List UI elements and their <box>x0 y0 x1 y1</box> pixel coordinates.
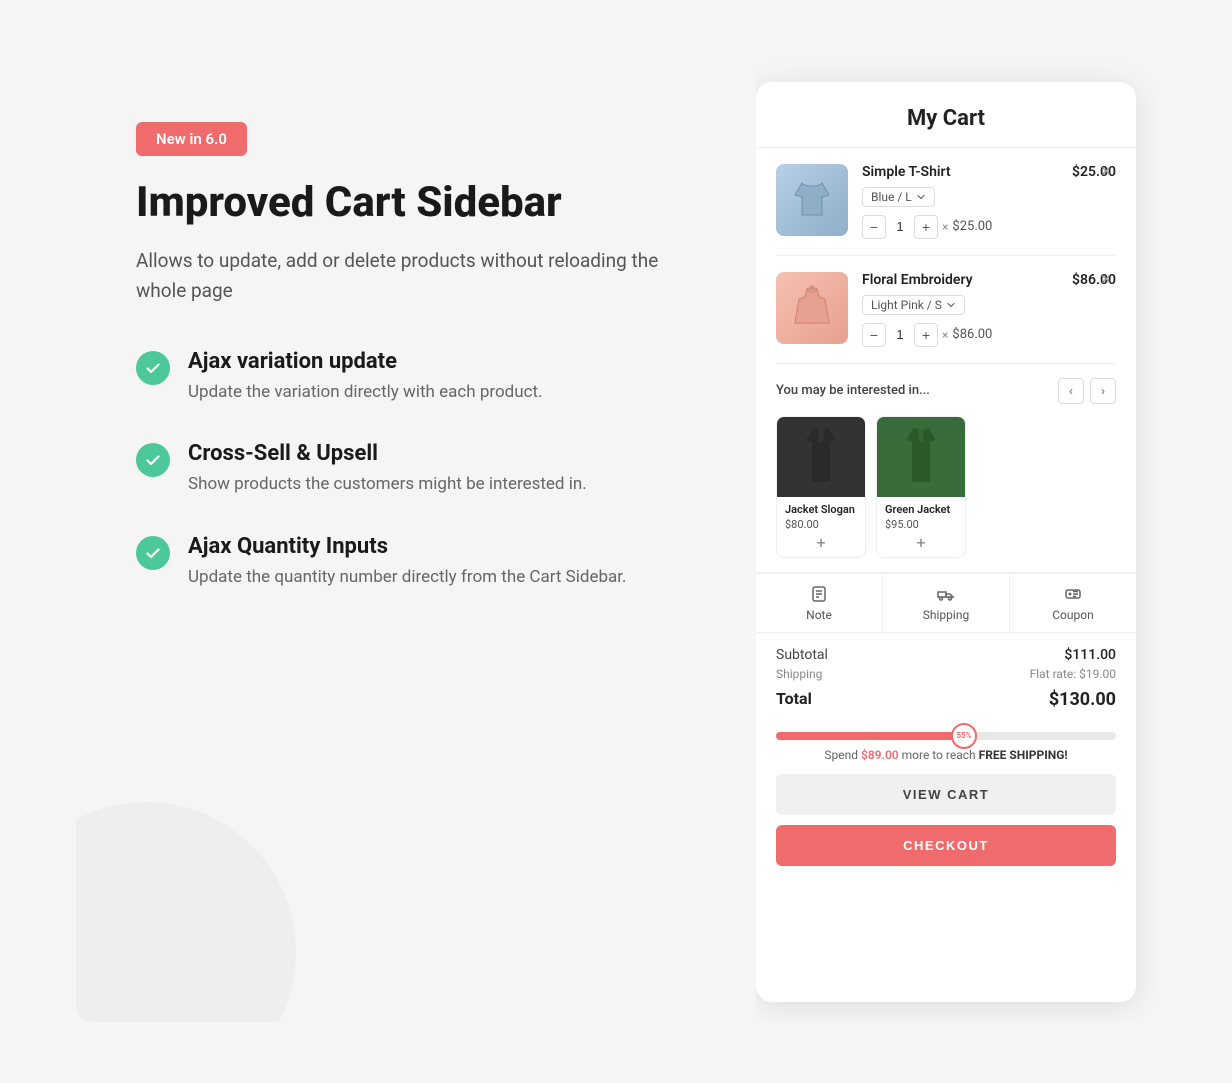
cross-sell-item-1: Jacket Slogan $80.00 + <box>776 416 866 558</box>
item-1-unit-price: $25.00 <box>952 219 992 234</box>
cross-sell-2-image <box>877 417 965 497</box>
feature-1-title: Ajax variation update <box>188 349 543 374</box>
shipping-value: Flat rate: $19.00 <box>1030 667 1116 681</box>
item-2-decrease[interactable]: − <box>862 323 886 347</box>
cart-item-2: Floral Embroidery Light Pink / S − + × $… <box>776 256 1116 364</box>
main-description: Allows to update, add or delete products… <box>136 246 706 307</box>
tab-note-label: Note <box>806 608 832 622</box>
cross-sell-1-image <box>777 417 865 497</box>
cross-sell-header: You may be interested in... ‹ › <box>776 378 1116 404</box>
total-row: Total $130.00 <box>776 689 1116 710</box>
feature-2-content: Cross-Sell & Upsell Show products the cu… <box>188 441 587 498</box>
tab-shipping-label: Shipping <box>923 608 969 622</box>
feature-2-title: Cross-Sell & Upsell <box>188 441 587 466</box>
item-1-qty-input[interactable] <box>886 219 914 234</box>
progress-goal: FREE SHIPPING! <box>979 748 1068 762</box>
progress-pre: Spend <box>824 748 861 762</box>
cross-sell-1-name: Jacket Slogan <box>785 503 857 516</box>
feature-3-content: Ajax Quantity Inputs Update the quantity… <box>188 534 627 591</box>
cross-sell-2-name: Green Jacket <box>885 503 957 516</box>
progress-bar-wrap: 55% <box>776 732 1116 740</box>
checkout-button[interactable]: CHECKOUT <box>776 825 1116 866</box>
cross-sell-section: You may be interested in... ‹ › Jacket <box>756 364 1136 573</box>
cross-sell-1-add[interactable]: + <box>785 535 857 551</box>
tab-coupon-label: Coupon <box>1052 608 1093 622</box>
new-badge: New in 6.0 <box>136 122 247 156</box>
cart-items-list: Simple T-Shirt Blue / L − + × $25.00 $25… <box>756 148 1136 364</box>
feature-1-desc: Update the variation directly with each … <box>188 380 543 406</box>
cross-sell-item-2: Green Jacket $95.00 + <box>876 416 966 558</box>
item-2-times: × <box>942 328 948 342</box>
item-1-qty-row: − + × $25.00 <box>862 215 1072 239</box>
tab-coupon[interactable]: Coupon <box>1010 574 1136 632</box>
cross-sell-nav: ‹ › <box>1058 378 1116 404</box>
feature-ajax-variation: Ajax variation update Update the variati… <box>136 349 706 406</box>
feature-1-content: Ajax variation update Update the variati… <box>188 349 543 406</box>
shipping-row: Shipping Flat rate: $19.00 <box>776 667 1116 681</box>
feature-cross-sell: Cross-Sell & Upsell Show products the cu… <box>136 441 706 498</box>
shipping-label: Shipping <box>776 667 822 681</box>
item-2-remove[interactable]: ✕ <box>1096 270 1116 290</box>
feature-3-title: Ajax Quantity Inputs <box>188 534 627 559</box>
left-panel: New in 6.0 Improved Cart Sidebar Allows … <box>76 62 756 1022</box>
cart-tabs: Note Shipping Coupon <box>756 573 1136 633</box>
feature-2-desc: Show products the customers might be int… <box>188 472 587 498</box>
tab-shipping[interactable]: Shipping <box>883 574 1010 632</box>
cross-sell-2-price: $95.00 <box>885 518 957 531</box>
cart-sidebar: My Cart Simple T-Shirt Blue / L − <box>756 82 1136 1002</box>
progress-post: more to reach <box>899 748 979 762</box>
cross-sell-title: You may be interested in... <box>776 383 930 398</box>
item-1-details: Simple T-Shirt Blue / L − + × $25.00 <box>862 164 1072 239</box>
cross-sell-next[interactable]: › <box>1090 378 1116 404</box>
cross-sell-items: Jacket Slogan $80.00 + Green Jacket <box>776 416 1116 558</box>
progress-amount: $89.00 <box>861 748 899 762</box>
feature-ajax-quantity: Ajax Quantity Inputs Update the quantity… <box>136 534 706 591</box>
item-2-increase[interactable]: + <box>914 323 938 347</box>
check-icon-2 <box>136 443 170 477</box>
item-1-remove[interactable]: ✕ <box>1096 162 1116 182</box>
main-title: Improved Cart Sidebar <box>136 178 706 228</box>
cart-item-1: Simple T-Shirt Blue / L − + × $25.00 $25… <box>776 148 1116 256</box>
item-1-name: Simple T-Shirt <box>862 164 1072 180</box>
check-icon-3 <box>136 536 170 570</box>
total-label: Total <box>776 689 812 710</box>
tab-note[interactable]: Note <box>756 574 883 632</box>
progress-text: Spend $89.00 more to reach FREE SHIPPING… <box>776 748 1116 762</box>
item-2-details: Floral Embroidery Light Pink / S − + × $… <box>862 272 1072 347</box>
check-icon-1 <box>136 351 170 385</box>
item-1-image <box>776 164 848 236</box>
cross-sell-1-price: $80.00 <box>785 518 857 531</box>
feature-3-desc: Update the quantity number directly from… <box>188 565 627 591</box>
cross-sell-1-info: Jacket Slogan $80.00 + <box>777 497 865 557</box>
progress-bar-fill: 55% <box>776 732 963 740</box>
cart-title: My Cart <box>756 82 1136 148</box>
item-2-qty-row: − + × $86.00 <box>862 323 1072 347</box>
cross-sell-2-info: Green Jacket $95.00 + <box>877 497 965 557</box>
subtotal-row: Subtotal $111.00 <box>776 647 1116 663</box>
page-container: New in 6.0 Improved Cart Sidebar Allows … <box>76 62 1156 1022</box>
item-1-increase[interactable]: + <box>914 215 938 239</box>
total-value: $130.00 <box>1049 689 1116 710</box>
progress-section: 55% Spend $89.00 more to reach FREE SHIP… <box>756 732 1136 774</box>
cross-sell-prev[interactable]: ‹ <box>1058 378 1084 404</box>
item-2-variant[interactable]: Light Pink / S <box>862 295 965 315</box>
item-2-unit-price: $86.00 <box>952 327 992 342</box>
cart-totals: Subtotal $111.00 Shipping Flat rate: $19… <box>756 633 1136 732</box>
view-cart-button[interactable]: VIEW CART <box>776 774 1116 815</box>
item-2-image <box>776 272 848 344</box>
item-2-qty-input[interactable] <box>886 327 914 342</box>
decorative-circle <box>76 802 296 1022</box>
cross-sell-2-add[interactable]: + <box>885 535 957 551</box>
cart-buttons: VIEW CART CHECKOUT <box>756 774 1136 886</box>
item-2-name: Floral Embroidery <box>862 272 1072 288</box>
item-1-decrease[interactable]: − <box>862 215 886 239</box>
subtotal-label: Subtotal <box>776 647 828 663</box>
progress-badge: 55% <box>951 723 977 749</box>
subtotal-value: $111.00 <box>1064 647 1116 663</box>
item-1-variant[interactable]: Blue / L <box>862 187 935 207</box>
item-1-times: × <box>942 220 948 234</box>
